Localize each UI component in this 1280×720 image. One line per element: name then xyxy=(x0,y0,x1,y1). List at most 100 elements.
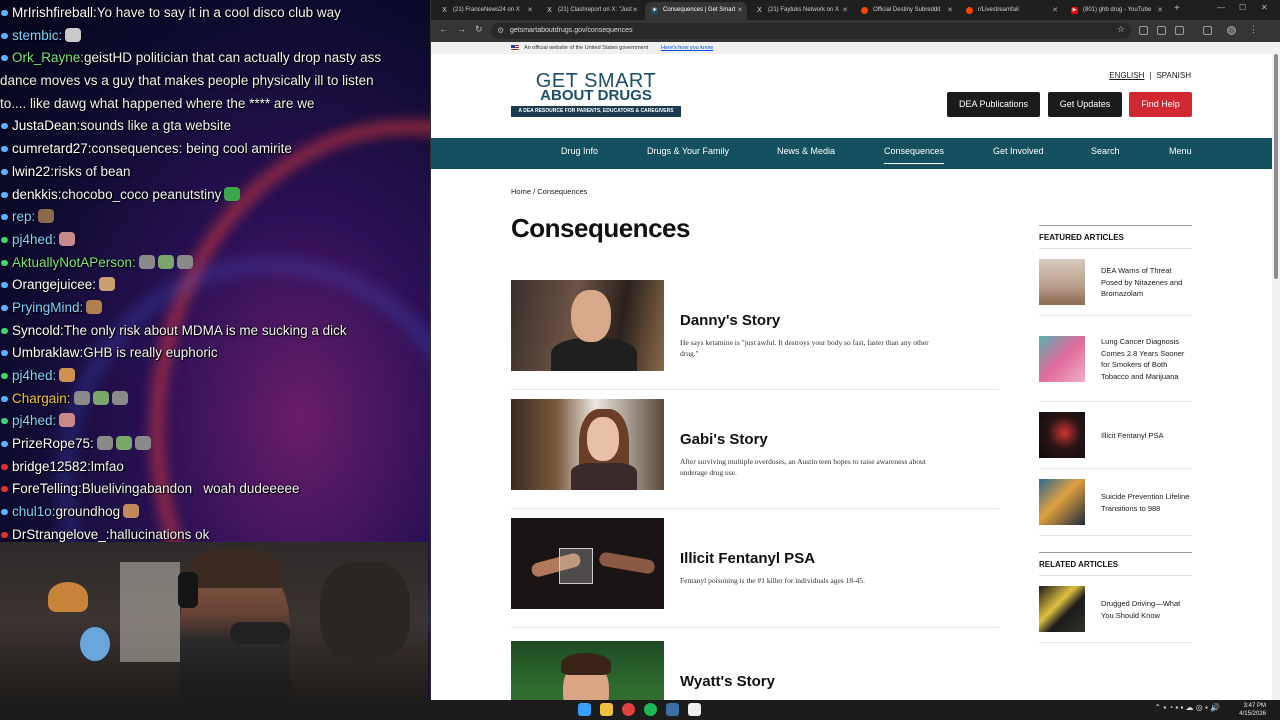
chat-username[interactable]: lwin22: xyxy=(12,164,54,179)
find-help-button[interactable]: Find Help xyxy=(1129,92,1192,117)
story-card-danny[interactable]: Danny's Story He says ketamine is "just … xyxy=(511,280,999,390)
story-card-fentanyl[interactable]: Illicit Fentanyl PSA Fentanyl poisoning … xyxy=(511,518,999,628)
page-scrollbar[interactable] xyxy=(1272,42,1280,700)
featured-article[interactable]: Illicit Fentanyl PSA xyxy=(1039,402,1192,469)
chat-username[interactable]: chul1o: xyxy=(12,504,56,519)
tab-faytuks[interactable]: X (21) Faytuks Network on X ✕ xyxy=(750,2,852,20)
article-thumbnail[interactable] xyxy=(1039,336,1085,382)
chat-username[interactable]: denkkis: xyxy=(12,187,62,202)
chat-username[interactable]: pj4hed: xyxy=(12,232,56,247)
nav-search[interactable]: Search xyxy=(1091,138,1120,169)
story-thumbnail[interactable] xyxy=(511,518,664,609)
tab-livestreamfail[interactable]: r/Livestreamfail ✕ xyxy=(960,2,1062,20)
chat-username[interactable]: Chargain: xyxy=(12,391,71,406)
related-article[interactable]: Drugged Driving—What You Should Know xyxy=(1039,576,1192,643)
file-explorer-icon[interactable] xyxy=(600,703,613,716)
chat-username[interactable]: PryingMind: xyxy=(12,300,83,315)
spotify-icon[interactable] xyxy=(644,703,657,716)
story-title[interactable]: Illicit Fentanyl PSA xyxy=(680,550,815,567)
breadcrumb[interactable]: Home / Consequences xyxy=(511,187,587,196)
chat-username[interactable]: stembic: xyxy=(12,28,62,43)
chat-username[interactable]: Syncold: xyxy=(12,323,64,338)
tab-francenews24[interactable]: X (21) FranceNews24 on X ✕ xyxy=(435,2,537,20)
lang-spanish-link[interactable]: SPANISH xyxy=(1156,71,1191,80)
story-card-wyatt[interactable]: Wyatt's Story xyxy=(511,641,999,700)
featured-article[interactable]: DEA Warns of Threat Posed by Nitazenes a… xyxy=(1039,249,1192,316)
chat-username[interactable]: bridge12582: xyxy=(12,459,91,474)
chat-username[interactable]: JustaDean: xyxy=(12,118,80,133)
nav-consequences[interactable]: Consequences xyxy=(884,138,945,169)
reload-icon[interactable]: ↻ xyxy=(475,24,483,35)
story-thumbnail[interactable] xyxy=(511,280,664,371)
system-clock[interactable]: 3:47 PM 4/15/2026 xyxy=(1239,702,1266,718)
more-menu-icon[interactable]: ⋮ xyxy=(1249,24,1258,35)
close-icon[interactable]: ✕ xyxy=(1052,2,1058,19)
system-tray-icons[interactable]: ⌃ ▪ ◔ ▪ ▪ ☁ ◎ ▪ 🔊 xyxy=(1154,703,1220,712)
extension-icon[interactable] xyxy=(1157,26,1166,35)
close-icon[interactable]: ✕ xyxy=(947,2,953,19)
tab-youtube[interactable]: ▶ (801) ghb drug - YouTube ✕ xyxy=(1065,2,1167,20)
nav-get-involved[interactable]: Get Involved xyxy=(993,138,1044,169)
article-thumbnail[interactable] xyxy=(1039,412,1085,458)
chat-username[interactable]: Ork_Rayne: xyxy=(12,50,84,65)
story-title[interactable]: Gabi's Story xyxy=(680,431,768,448)
windows-start-icon[interactable] xyxy=(578,703,591,716)
scrollbar-thumb[interactable] xyxy=(1274,54,1278,279)
article-thumbnail[interactable] xyxy=(1039,479,1085,525)
nav-news-media[interactable]: News & Media xyxy=(777,138,835,169)
site-info-icon[interactable]: ⚙ xyxy=(497,26,504,35)
get-updates-button[interactable]: Get Updates xyxy=(1048,92,1122,117)
chat-username[interactable]: rep: xyxy=(12,209,35,224)
article-title[interactable]: DEA Warns of Threat Posed by Nitazenes a… xyxy=(1101,249,1193,316)
close-icon[interactable]: ✕ xyxy=(737,2,743,19)
profile-avatar-icon[interactable] xyxy=(1227,26,1236,35)
story-title[interactable]: Danny's Story xyxy=(680,312,780,329)
chrome-icon[interactable] xyxy=(622,703,635,716)
nav-drugs-family[interactable]: Drugs & Your Family xyxy=(647,138,729,169)
extension-icon[interactable] xyxy=(1175,26,1184,35)
close-icon[interactable]: ✕ xyxy=(527,2,533,19)
lang-english-link[interactable]: ENGLISH xyxy=(1109,71,1144,80)
chat-username[interactable]: MrIrishfireball: xyxy=(12,5,97,20)
minimize-button[interactable]: — xyxy=(1217,3,1225,12)
site-logo[interactable]: GET SMART ABOUT DRUGS A DEA RESOURCE FOR… xyxy=(511,70,681,118)
maximize-button[interactable]: ☐ xyxy=(1239,3,1246,12)
story-card-gabi[interactable]: Gabi's Story After surviving multiple ov… xyxy=(511,399,999,509)
tab-consequences[interactable]: ✶ Consequences | Get Smart ✕ xyxy=(645,2,747,20)
close-icon[interactable]: ✕ xyxy=(1157,2,1163,19)
chat-username[interactable]: ForeTelling: xyxy=(12,481,82,496)
story-title[interactable]: Wyatt's Story xyxy=(680,673,775,690)
forward-arrow-icon[interactable]: → xyxy=(457,24,466,34)
sidepanel-icon[interactable] xyxy=(1203,26,1212,35)
chat-username[interactable]: PrizeRope75: xyxy=(12,436,94,451)
extension-icon[interactable] xyxy=(1139,26,1148,35)
tab-clashreport[interactable]: X (21) Clashreport on X: "Just ✕ xyxy=(540,2,642,20)
close-icon[interactable]: ✕ xyxy=(632,2,638,19)
story-thumbnail[interactable] xyxy=(511,641,664,700)
close-icon[interactable]: ✕ xyxy=(842,2,848,19)
article-thumbnail[interactable] xyxy=(1039,586,1085,632)
featured-article[interactable]: Suicide Prevention Lifeline Transitions … xyxy=(1039,469,1192,536)
bookmark-star-icon[interactable]: ☆ xyxy=(1117,24,1125,35)
back-arrow-icon[interactable]: ← xyxy=(439,24,448,34)
steam-icon[interactable] xyxy=(666,703,679,716)
chat-username[interactable]: Orangejuicee: xyxy=(12,277,96,292)
close-window-button[interactable]: ✕ xyxy=(1261,3,1268,12)
url-input[interactable]: ⚙ getsmartaboutdrugs.gov/consequences ☆ xyxy=(491,23,1131,39)
featured-article[interactable]: Lung Cancer Diagnosis Comes 2.8 Years So… xyxy=(1039,316,1192,402)
article-title[interactable]: Drugged Driving—What You Should Know xyxy=(1101,576,1193,643)
article-thumbnail[interactable] xyxy=(1039,259,1085,305)
how-you-know-link[interactable]: Here's how you know xyxy=(661,42,713,54)
dea-publications-button[interactable]: DEA Publications xyxy=(947,92,1040,117)
chat-username[interactable]: Umbraklaw: xyxy=(12,345,83,360)
article-title[interactable]: Suicide Prevention Lifeline Transitions … xyxy=(1101,469,1193,536)
article-title[interactable]: Lung Cancer Diagnosis Comes 2.8 Years So… xyxy=(1101,316,1193,402)
chat-username[interactable]: AktuallyNotAPerson: xyxy=(12,255,136,270)
chat-username[interactable]: cumretard27: xyxy=(12,141,92,156)
obs-icon[interactable] xyxy=(688,703,701,716)
chat-username[interactable]: pj4hed: xyxy=(12,368,56,383)
nav-menu[interactable]: Menu xyxy=(1169,138,1192,169)
tab-destiny-subreddit[interactable]: Official Destiny Subreddit ✕ xyxy=(855,2,957,20)
chat-username[interactable]: pj4hed: xyxy=(12,413,56,428)
nav-drug-info[interactable]: Drug Info xyxy=(561,138,598,169)
